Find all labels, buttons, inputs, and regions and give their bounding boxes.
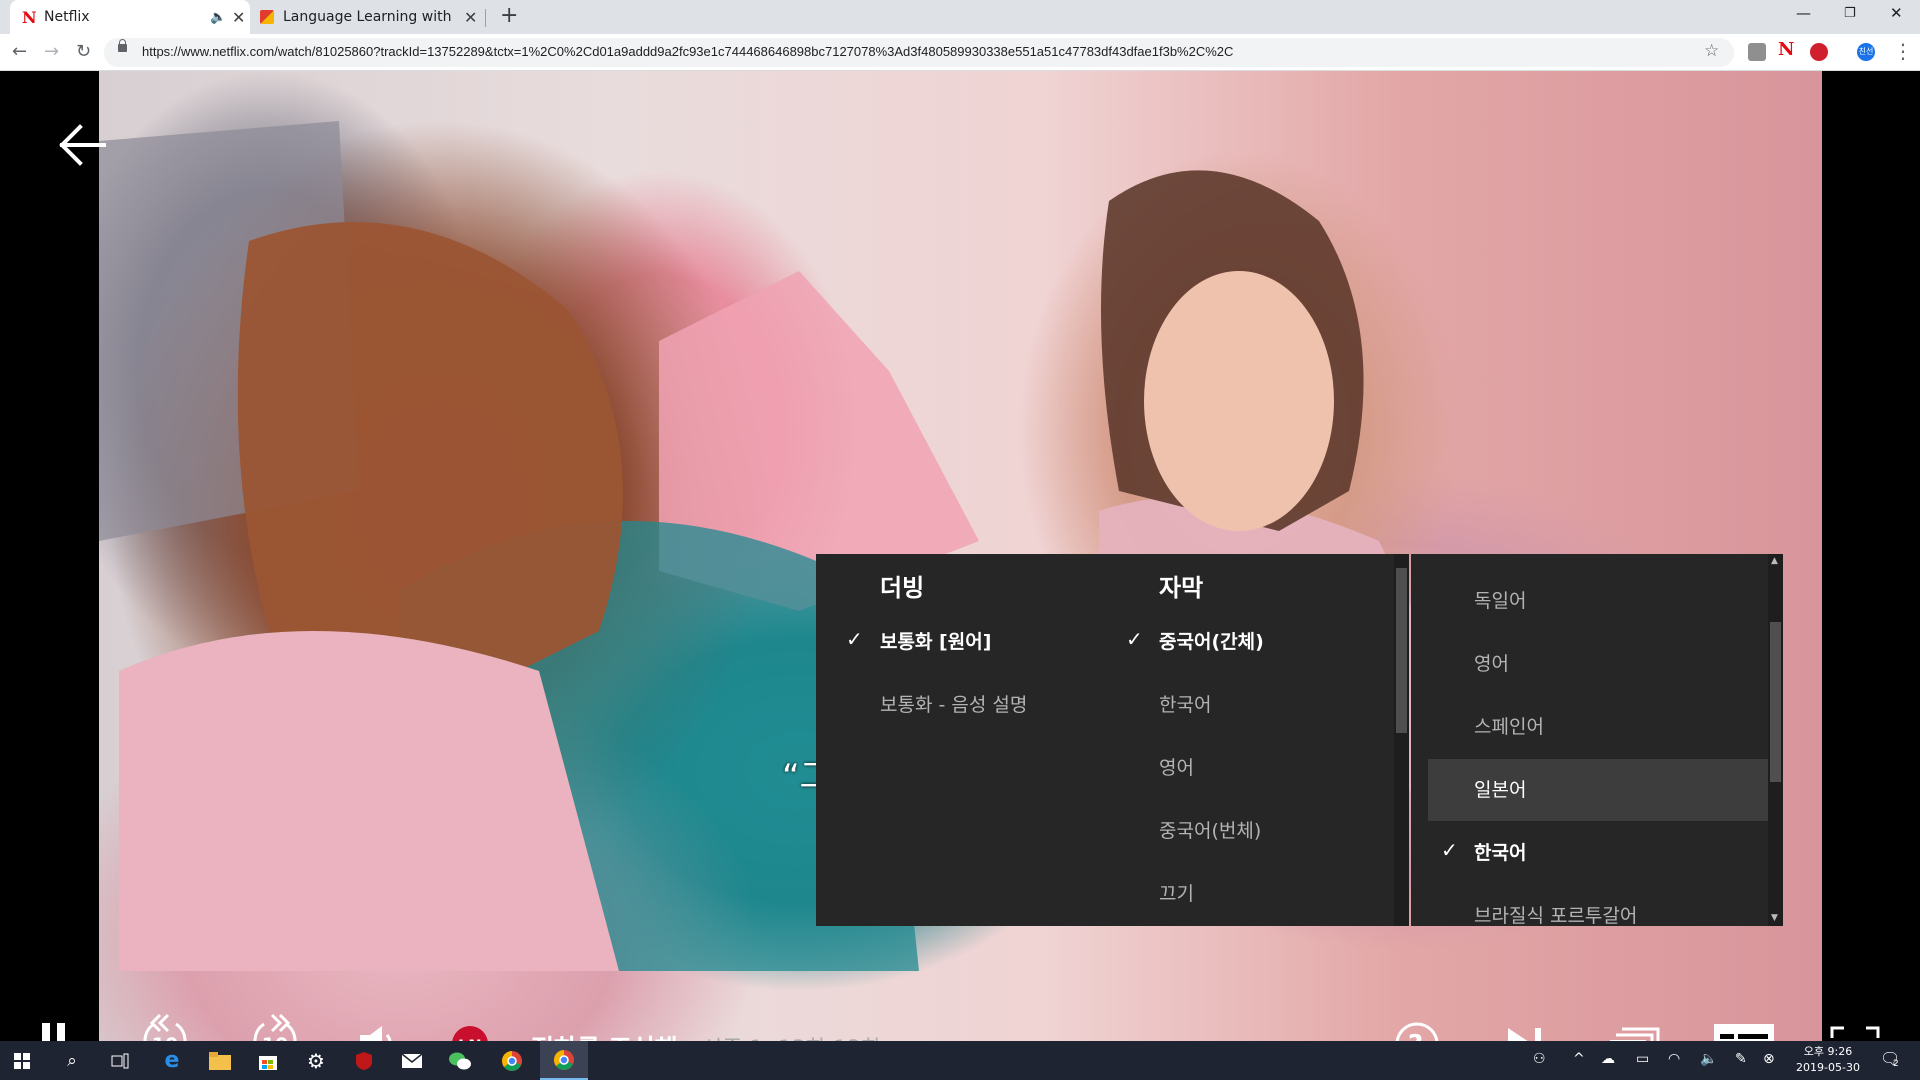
- start-windows-icon[interactable]: [0, 1041, 44, 1080]
- notification-count: 2: [1893, 1059, 1899, 1069]
- chrome-menu-icon[interactable]: ⋮: [1893, 39, 1913, 63]
- ime-status-icon[interactable]: ⊗: [1763, 1051, 1775, 1067]
- menu-scrollbar[interactable]: [1394, 554, 1409, 926]
- ext-menu-scrollbar[interactable]: ▲ ▼: [1768, 554, 1783, 926]
- chrome-app-icon[interactable]: [488, 1041, 536, 1080]
- tab-close-icon[interactable]: ✕: [232, 8, 245, 27]
- pen-ink-icon[interactable]: ✎: [1735, 1051, 1747, 1067]
- scrollbar-thumb[interactable]: [1770, 622, 1781, 782]
- ext-subtitle-option[interactable]: 브라질식 포르투갈어: [1474, 901, 1637, 926]
- episode-info: 시즌 1: 13화 13화: [702, 1031, 881, 1041]
- ext-subtitle-option[interactable]: 일본어: [1474, 775, 1526, 802]
- volume-icon[interactable]: [358, 1024, 396, 1041]
- tab-language-learning[interactable]: Language Learning with Ne ✕: [252, 0, 484, 34]
- window-close-icon[interactable]: ✕: [1890, 4, 1903, 22]
- check-icon: ✓: [1441, 838, 1458, 862]
- chrome-profile-app-icon[interactable]: [540, 1041, 588, 1080]
- help-icon[interactable]: ?: [1394, 1021, 1440, 1041]
- onedrive-cloud-icon[interactable]: ☁: [1601, 1051, 1615, 1067]
- forward-seconds-label: 10: [255, 1034, 295, 1041]
- show-title: 전하를 조심해: [531, 1029, 678, 1041]
- lock-icon: [118, 39, 127, 52]
- forward-icon[interactable]: →: [44, 41, 59, 62]
- clock-date: 2019-05-30: [1796, 1061, 1860, 1074]
- bookmark-star-icon[interactable]: ☆: [1704, 41, 1719, 61]
- tab-separator: [485, 9, 486, 27]
- llmovie-favicon-icon: [260, 10, 274, 24]
- clock-time: 오후 9:26: [1803, 1045, 1853, 1058]
- svg-text:?: ?: [1408, 1030, 1423, 1041]
- fullscreen-icon[interactable]: [1830, 1026, 1880, 1041]
- profile-avatar[interactable]: 친선: [1857, 43, 1875, 61]
- ext-subtitle-option[interactable]: 스페인어: [1474, 712, 1544, 739]
- wechat-icon[interactable]: [440, 1041, 480, 1080]
- subtitle-option[interactable]: 영어: [1159, 753, 1194, 780]
- task-view-icon[interactable]: [100, 1041, 140, 1080]
- url-text[interactable]: https://www.netflix.com/watch/81025860?t…: [142, 44, 1233, 59]
- audio-option[interactable]: 보통화 [원어]: [880, 627, 991, 654]
- audio-option[interactable]: 보통화 - 음성 설명: [880, 690, 1027, 717]
- omnibox[interactable]: https://www.netflix.com/watch/81025860?t…: [104, 38, 1734, 67]
- battery-icon[interactable]: ▭: [1636, 1051, 1649, 1067]
- netflix-favicon-icon: N: [22, 7, 37, 27]
- tray-expand-icon[interactable]: ^: [1573, 1051, 1585, 1067]
- subtitle-option[interactable]: 중국어(간체): [1159, 627, 1264, 654]
- new-tab-plus-icon[interactable]: +: [500, 3, 518, 28]
- mcafee-shield-icon[interactable]: [344, 1041, 384, 1080]
- reload-icon[interactable]: ↻: [76, 41, 91, 62]
- subtitle-option[interactable]: 중국어(번체): [1159, 816, 1261, 843]
- tab-audio-icon[interactable]: 🔈: [210, 10, 226, 25]
- extension-netflix-icon[interactable]: N: [1778, 39, 1796, 60]
- store-icon[interactable]: [248, 1041, 288, 1080]
- subtitle-header: 자막: [1159, 574, 1204, 602]
- llmovie-extension-icon[interactable]: LN: [451, 1025, 489, 1041]
- subtitles-icon[interactable]: [1712, 1022, 1776, 1041]
- tab-title: Netflix: [44, 9, 90, 25]
- scrollbar-thumb[interactable]: [1396, 568, 1407, 733]
- volume-tray-icon[interactable]: 🔈: [1700, 1051, 1717, 1067]
- extension-subtitle-menu: 독일어 영어 스페인어 일본어 ✓ 한국어 브라질식 포르투갈어 ▲ ▼: [1411, 554, 1783, 926]
- check-icon: ✓: [1126, 627, 1143, 651]
- video-player[interactable]: “그 더빙 자막 ✓ 보통화 [원어] 보통화 - 음성 설명 ✓ 중국어(간체…: [0, 71, 1920, 1041]
- audio-header: 더빙: [880, 574, 925, 602]
- check-icon: ✓: [846, 627, 863, 651]
- scroll-up-icon[interactable]: ▲: [1771, 556, 1778, 566]
- extension-llmovie-icon[interactable]: [1810, 43, 1828, 61]
- minimize-icon[interactable]: —: [1796, 4, 1811, 22]
- audio-subtitle-menu: 더빙 자막 ✓ 보통화 [원어] 보통화 - 음성 설명 ✓ 중국어(간체) 한…: [816, 554, 1409, 926]
- file-explorer-icon[interactable]: [200, 1041, 240, 1080]
- tab-close-icon[interactable]: ✕: [464, 8, 477, 27]
- wifi-icon[interactable]: ◠: [1668, 1051, 1680, 1067]
- scroll-down-icon[interactable]: ▼: [1771, 913, 1778, 923]
- restore-icon[interactable]: ❐: [1844, 6, 1856, 21]
- browser-tab-strip: N Netflix 🔈 ✕ Language Learning with Ne …: [0, 0, 1920, 34]
- rewind-seconds-label: 10: [145, 1034, 185, 1041]
- ext-subtitle-option[interactable]: 독일어: [1474, 586, 1526, 613]
- back-arrow-icon[interactable]: [56, 123, 108, 167]
- search-icon[interactable]: ⌕: [52, 1041, 92, 1080]
- episodes-list-icon[interactable]: [1608, 1024, 1660, 1041]
- tab-title: Language Learning with Ne: [283, 9, 455, 25]
- people-icon[interactable]: ⚇: [1533, 1051, 1546, 1067]
- settings-gear-icon[interactable]: ⚙: [296, 1041, 336, 1080]
- back-icon[interactable]: ←: [12, 41, 27, 62]
- pause-icon[interactable]: [42, 1023, 66, 1041]
- tab-netflix[interactable]: N Netflix 🔈 ✕: [10, 0, 250, 34]
- windows-taskbar: ⌕ e ⚙ ⚇ ^ ☁ ▭ ◠ 🔈 ✎ ⊗ 오후 9:26 2019-05-30…: [0, 1041, 1920, 1080]
- edge-browser-icon[interactable]: e: [152, 1041, 192, 1080]
- extension-screenshot-icon[interactable]: [1748, 43, 1766, 61]
- ext-subtitle-option[interactable]: 한국어: [1474, 838, 1526, 865]
- next-episode-icon[interactable]: [1506, 1026, 1544, 1041]
- subtitle-option[interactable]: 끄기: [1159, 879, 1194, 906]
- ext-subtitle-option[interactable]: 영어: [1474, 649, 1509, 676]
- address-bar-row: ← → ↻ https://www.netflix.com/watch/8102…: [0, 34, 1920, 71]
- subtitle-option[interactable]: 한국어: [1159, 690, 1211, 717]
- system-clock[interactable]: 오후 9:26 2019-05-30: [1784, 1044, 1872, 1076]
- mail-icon[interactable]: [392, 1041, 432, 1080]
